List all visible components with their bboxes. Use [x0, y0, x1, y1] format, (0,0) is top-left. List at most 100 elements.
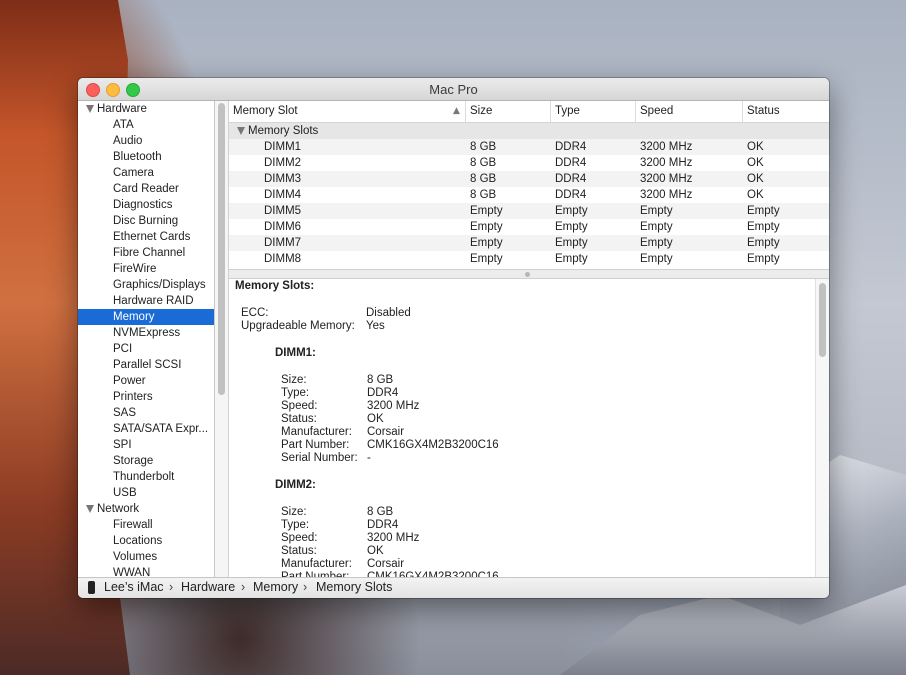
- table-cell-size: Empty: [470, 237, 503, 249]
- table-row[interactable]: DIMM7 Empty Empty Empty Empty: [229, 235, 829, 251]
- sidebar-item-wwan[interactable]: WWAN: [78, 565, 214, 577]
- sidebar-item-label: ATA: [113, 119, 134, 131]
- detail-value: -: [367, 452, 371, 464]
- breadcrumb-hardware[interactable]: Hardware: [181, 580, 235, 594]
- sidebar-group-hardware[interactable]: Hardware: [78, 101, 214, 117]
- sidebar-item-bluetooth[interactable]: Bluetooth: [78, 149, 214, 165]
- sidebar-item-usb[interactable]: USB: [78, 485, 214, 501]
- table-cell-size: Empty: [470, 205, 503, 217]
- table-cell-memory-slot: DIMM5: [264, 205, 302, 217]
- sidebar-item-fibre-channel[interactable]: Fibre Channel: [78, 245, 214, 261]
- sidebar-item-label: Firewall: [113, 519, 153, 531]
- detail-key: Status:: [281, 413, 317, 425]
- sidebar-item-disc-burning[interactable]: Disc Burning: [78, 213, 214, 229]
- sidebar-item-label: Fibre Channel: [113, 247, 186, 259]
- disclosure-triangle-icon[interactable]: [237, 127, 245, 135]
- table-row[interactable]: DIMM4 8 GB DDR4 3200 MHz OK: [229, 187, 829, 203]
- column-header-size[interactable]: Size: [466, 101, 551, 122]
- breadcrumb-memory[interactable]: Memory: [253, 580, 298, 594]
- detail-value: DDR4: [367, 387, 399, 399]
- detail-scroll-thumb[interactable]: [819, 283, 826, 357]
- sidebar-item-label: Graphics/Displays: [113, 279, 206, 291]
- detail-value: 3200 MHz: [367, 400, 420, 412]
- sidebar-item-label: Disc Burning: [113, 215, 179, 227]
- sidebar-item-label: Bluetooth: [113, 151, 162, 163]
- sidebar-item-storage[interactable]: Storage: [78, 453, 214, 469]
- imac-icon: [88, 581, 95, 594]
- table-cell-memory-slot: DIMM3: [264, 173, 302, 185]
- table-cell-speed: 3200 MHz: [640, 189, 693, 201]
- detail-key: ECC:: [241, 307, 269, 319]
- group-row-memory-slots[interactable]: Memory Slots: [229, 123, 829, 139]
- detail-key: Status:: [281, 545, 317, 557]
- detail-value: 8 GB: [367, 374, 394, 386]
- title-bar[interactable]: Mac Pro: [78, 78, 829, 101]
- column-header-status[interactable]: Status: [743, 101, 829, 122]
- detail-pane: Memory Slots: ECC: Disabled Upgradeable Mem…: [229, 279, 829, 577]
- sidebar-item-sata-sata-expr[interactable]: SATA/SATA Expr...: [78, 421, 214, 437]
- table-cell-size: 8 GB: [470, 141, 497, 153]
- divider-handle-icon[interactable]: [525, 272, 530, 277]
- sidebar-item-memory[interactable]: Memory: [78, 309, 214, 325]
- sidebar-item-hardware-raid[interactable]: Hardware RAID: [78, 293, 214, 309]
- sidebar-group-network[interactable]: Network: [78, 501, 214, 517]
- sidebar-item-label: Power: [113, 375, 146, 387]
- sidebar-item-nvmexpress[interactable]: NVMExpress: [78, 325, 214, 341]
- breadcrumb-lee-s-imac[interactable]: Lee’s iMac: [104, 580, 164, 594]
- table-cell-status: Empty: [747, 221, 780, 233]
- table-header: Memory Slot ▲ Size Type Speed Status: [229, 101, 829, 123]
- column-header-memory-slot[interactable]: Memory Slot: [229, 101, 466, 122]
- table-cell-status: OK: [747, 173, 764, 185]
- sidebar-item-volumes[interactable]: Volumes: [78, 549, 214, 565]
- memory-table: Memory Slot ▲ Size Type Speed Status Mem…: [229, 101, 829, 269]
- table-row[interactable]: DIMM1 8 GB DDR4 3200 MHz OK: [229, 139, 829, 155]
- table-cell-speed: Empty: [640, 205, 673, 217]
- sidebar-item-thunderbolt[interactable]: Thunderbolt: [78, 469, 214, 485]
- table-cell-type: Empty: [555, 221, 588, 233]
- table-row[interactable]: DIMM3 8 GB DDR4 3200 MHz OK: [229, 171, 829, 187]
- table-cell-size: 8 GB: [470, 173, 497, 185]
- sidebar-item-camera[interactable]: Camera: [78, 165, 214, 181]
- table-row[interactable]: DIMM5 Empty Empty Empty Empty: [229, 203, 829, 219]
- sidebar-item-label: Printers: [113, 391, 153, 403]
- sidebar-item-firewall[interactable]: Firewall: [78, 517, 214, 533]
- column-header-type[interactable]: Type: [551, 101, 636, 122]
- sidebar-item-printers[interactable]: Printers: [78, 389, 214, 405]
- disclosure-triangle-icon[interactable]: [86, 505, 94, 513]
- sidebar-item-locations[interactable]: Locations: [78, 533, 214, 549]
- sidebar-item-power[interactable]: Power: [78, 373, 214, 389]
- split-view-divider[interactable]: [229, 269, 829, 279]
- sort-ascending-icon: ▲: [453, 106, 460, 116]
- sidebar-item-label: Audio: [113, 135, 143, 147]
- detail-scrollbar[interactable]: [815, 279, 829, 577]
- sidebar-item-ethernet-cards[interactable]: Ethernet Cards: [78, 229, 214, 245]
- sidebar-item-label: Storage: [113, 455, 154, 467]
- sidebar-item-spi[interactable]: SPI: [78, 437, 214, 453]
- sidebar-item-sas[interactable]: SAS: [78, 405, 214, 421]
- sidebar-scrollbar[interactable]: [215, 101, 229, 577]
- table-row[interactable]: DIMM2 8 GB DDR4 3200 MHz OK: [229, 155, 829, 171]
- sidebar-item-ata[interactable]: ATA: [78, 117, 214, 133]
- table-cell-memory-slot: DIMM8: [264, 253, 302, 265]
- table-cell-size: 8 GB: [470, 157, 497, 169]
- sidebar-scroll-thumb[interactable]: [218, 103, 225, 395]
- disclosure-triangle-icon[interactable]: [86, 105, 94, 113]
- sidebar-item-label: Thunderbolt: [113, 471, 175, 483]
- sidebar-item-card-reader[interactable]: Card Reader: [78, 181, 214, 197]
- table-cell-speed: Empty: [640, 221, 673, 233]
- sidebar-item-pci[interactable]: PCI: [78, 341, 214, 357]
- table-row[interactable]: DIMM6 Empty Empty Empty Empty: [229, 219, 829, 235]
- sidebar-item-parallel-scsi[interactable]: Parallel SCSI: [78, 357, 214, 373]
- system-information-window: Mac Pro Hardware ATA Audio Bluetooth Camera C…: [78, 78, 829, 598]
- breadcrumb-memory-slots[interactable]: Memory Slots: [316, 580, 392, 594]
- sidebar-item-label: SATA/SATA Expr...: [113, 423, 209, 435]
- sidebar-item-graphics-displays[interactable]: Graphics/Displays: [78, 277, 214, 293]
- table-cell-size: Empty: [470, 253, 503, 265]
- sidebar-item-label: Ethernet Cards: [113, 231, 191, 243]
- sidebar-item-diagnostics[interactable]: Diagnostics: [78, 197, 214, 213]
- detail-value: CMK16GX4M2B3200C16: [367, 439, 499, 451]
- sidebar-item-audio[interactable]: Audio: [78, 133, 214, 149]
- sidebar-item-firewire[interactable]: FireWire: [78, 261, 214, 277]
- table-row[interactable]: DIMM8 Empty Empty Empty Empty: [229, 251, 829, 267]
- column-header-speed[interactable]: Speed: [636, 101, 743, 122]
